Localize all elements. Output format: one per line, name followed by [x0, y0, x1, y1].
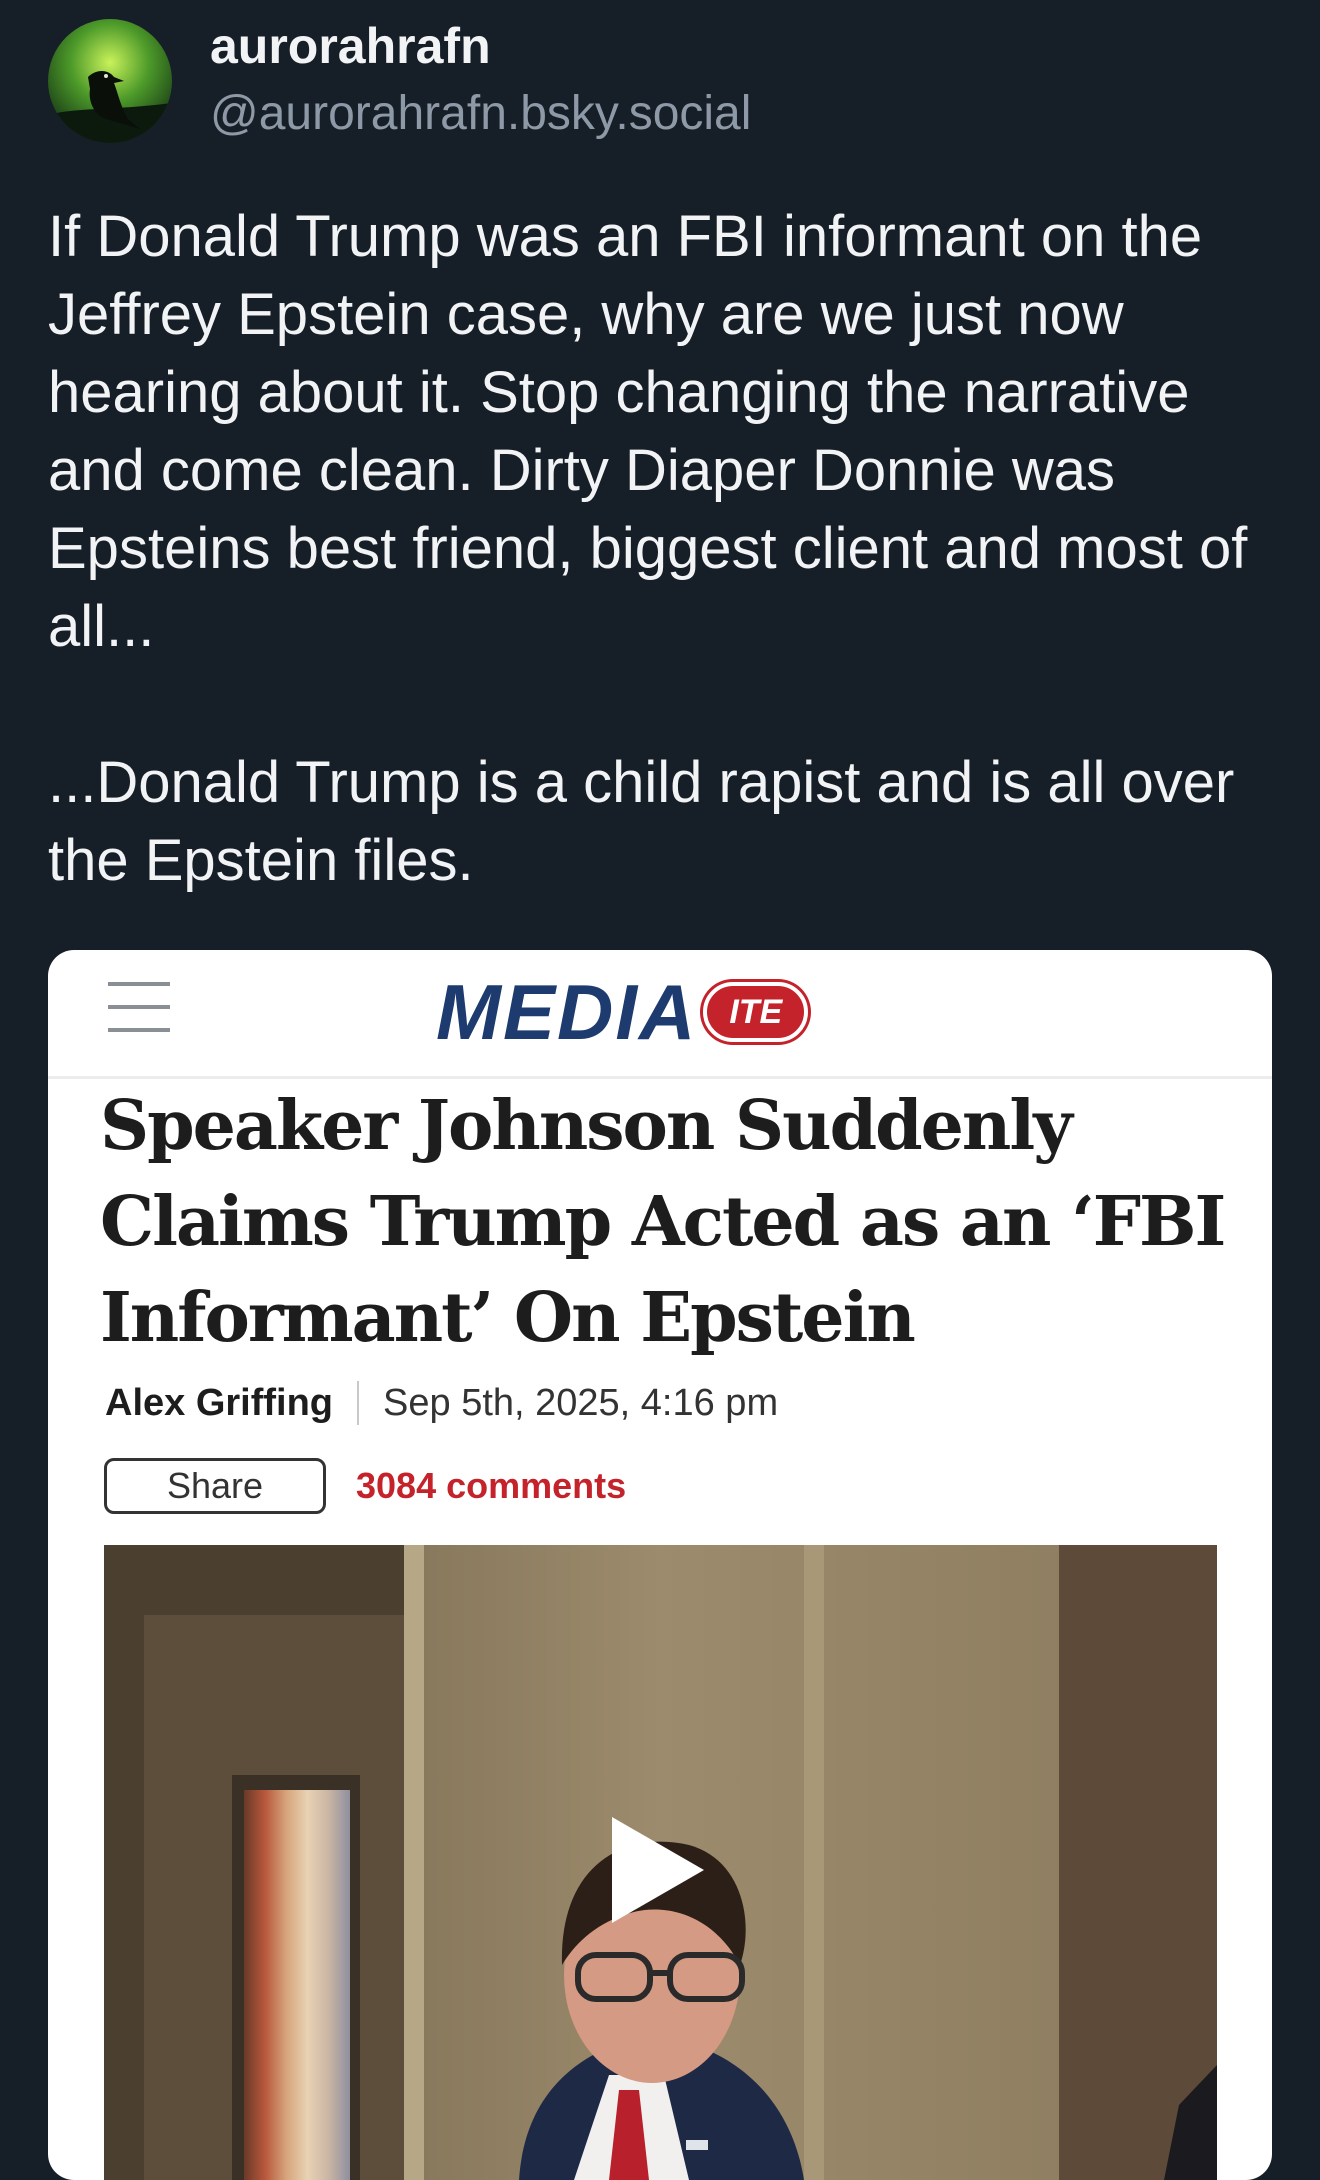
embedded-article-screenshot[interactable]: MEDIA ITE Speaker Johnson Suddenly Claim… [48, 950, 1272, 2180]
author-info[interactable]: aurorahrafn @aurorahrafn.bsky.social [210, 16, 751, 146]
article-author: Alex Griffing [105, 1382, 334, 1424]
post-body: If Donald Trump was an FBI informant on … [48, 198, 1288, 900]
article-actions: Share 3084 comments [104, 1458, 626, 1514]
post-paragraph: If Donald Trump was an FBI informant on … [48, 204, 1248, 659]
raven-aurora-image [48, 19, 172, 143]
avatar[interactable] [48, 19, 172, 143]
site-logo: MEDIA ITE [436, 968, 809, 1056]
logo-wordmark: MEDIA [436, 968, 698, 1056]
author-handle[interactable]: @aurorahrafn.bsky.social [210, 82, 751, 146]
article-headline: Speaker Johnson Suddenly Claims Trump Ac… [100, 1086, 1226, 1358]
share-button: Share [104, 1458, 326, 1514]
post-paragraph: ...Donald Trump is a child rapist and is… [48, 750, 1235, 893]
hamburger-menu-icon [108, 982, 170, 1032]
article-byline: Alex Griffing Sep 5th, 2025, 4:16 pm [105, 1378, 778, 1428]
post-header: aurorahrafn @aurorahrafn.bsky.social [48, 16, 751, 146]
video-thumbnail [104, 1545, 1217, 2180]
article-date: Sep 5th, 2025, 4:16 pm [383, 1382, 779, 1424]
logo-badge: ITE [703, 982, 809, 1042]
comments-link: 3084 comments [356, 1465, 627, 1506]
video-frame-image [104, 1545, 1217, 2180]
byline-divider [357, 1381, 360, 1425]
site-header: MEDIA ITE [48, 950, 1272, 1079]
author-display-name[interactable]: aurorahrafn [210, 16, 751, 76]
